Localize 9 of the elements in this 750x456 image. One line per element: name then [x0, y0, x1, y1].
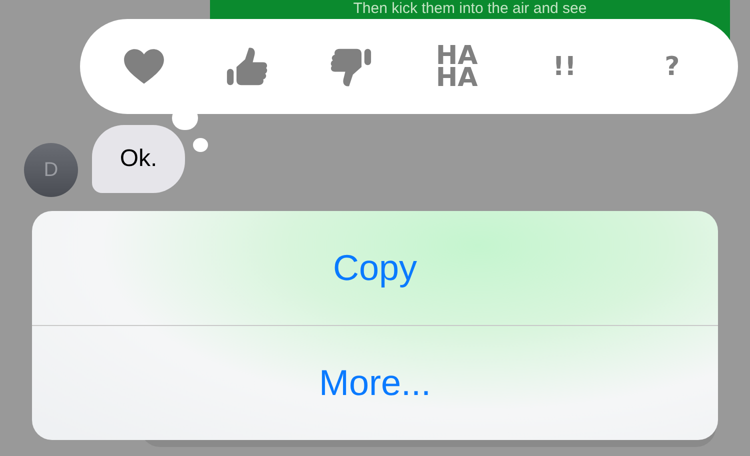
tapback-glyph[interactable]: !! [541, 56, 588, 78]
tapback-glyph[interactable]: HA HA [434, 44, 480, 88]
thumbs-up-icon[interactable] [226, 46, 268, 88]
message-text: Then kick them into the air and see [353, 1, 587, 17]
tapback-glyph[interactable]: ? [649, 56, 696, 78]
message-text: Ok. [120, 145, 158, 173]
avatar: D [24, 143, 78, 197]
action-button[interactable]: Copy [32, 211, 718, 325]
action-button[interactable]: More... [32, 326, 718, 440]
